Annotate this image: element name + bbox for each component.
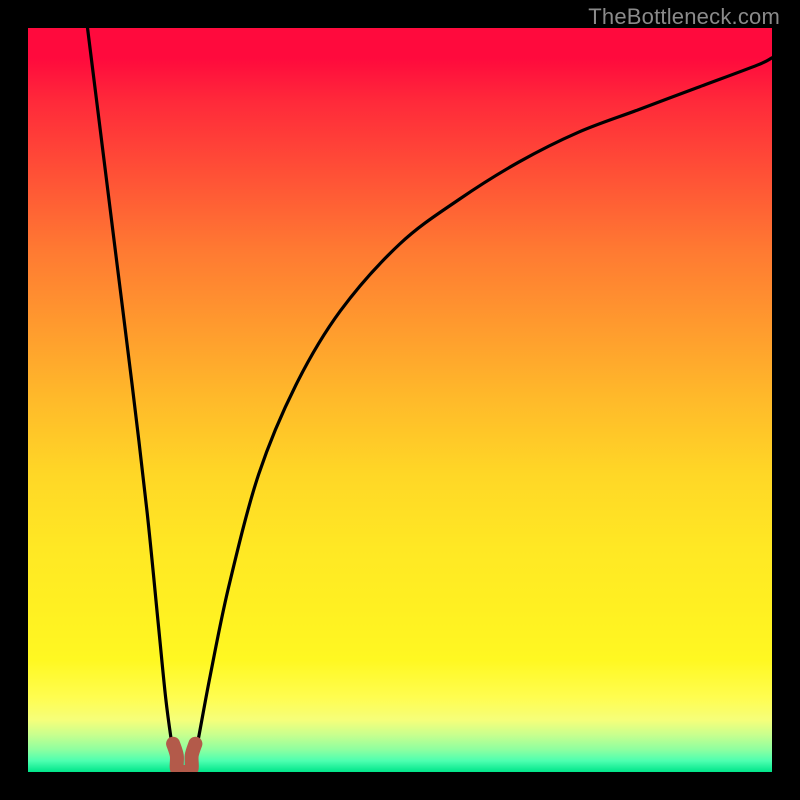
- series-right-branch: [193, 58, 772, 765]
- series-left-branch: [88, 28, 176, 765]
- curves-group: [88, 28, 772, 772]
- series-trough-marker: [173, 744, 195, 772]
- watermark-text: TheBottleneck.com: [588, 4, 780, 30]
- plot-area: [28, 28, 772, 772]
- curve-layer: [28, 28, 772, 772]
- chart-canvas: TheBottleneck.com: [0, 0, 800, 800]
